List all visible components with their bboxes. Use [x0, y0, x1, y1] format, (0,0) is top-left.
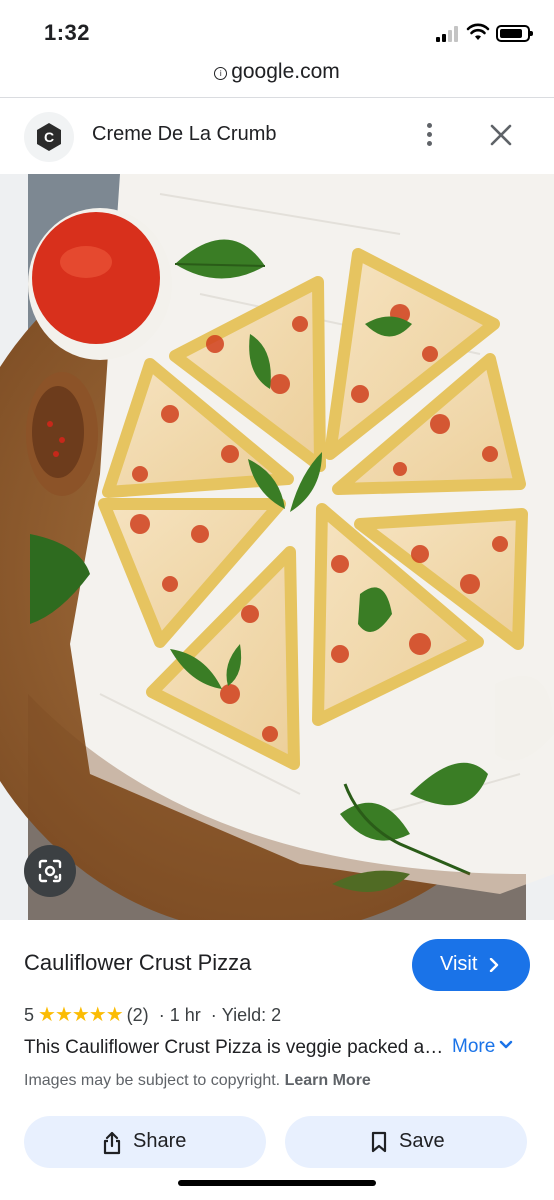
recipe-image[interactable] [0, 174, 554, 934]
chevron-right-icon [489, 958, 499, 972]
rating-value: 5 [24, 1005, 35, 1025]
bookmark-icon [371, 1131, 387, 1153]
share-label: Share [133, 1130, 187, 1152]
copyright-text: Images may be subject to copyright. [24, 1072, 281, 1089]
review-count: (2) [126, 1005, 149, 1025]
lens-icon [38, 859, 62, 883]
source-header: C Creme De La Crumb [0, 98, 554, 174]
share-icon [103, 1131, 121, 1155]
battery-icon [496, 25, 533, 42]
save-button[interactable]: Save [285, 1116, 527, 1168]
recipe-info-panel: Cauliflower Crust Pizza Visit 5 ★★★★★ (2) … [0, 920, 554, 1200]
creme-de-la-crumb-logo-icon: C [37, 123, 61, 151]
url-text: google.com [231, 60, 340, 83]
home-indicator[interactable] [178, 1180, 376, 1186]
status-time: 1:32 [44, 20, 91, 45]
more-vert-icon[interactable] [420, 120, 440, 150]
pizza-photo [0, 174, 554, 934]
lens-button[interactable] [24, 845, 76, 897]
lock-icon: i [214, 67, 228, 80]
cellular-signal-icon [436, 26, 460, 42]
learn-more-link[interactable]: Learn More [285, 1072, 371, 1089]
recipe-meta: 5 ★★★★★ (2) · 1 hr · Yield: 2 [24, 1002, 281, 1027]
share-button[interactable]: Share [24, 1116, 266, 1168]
address-bar[interactable]: i google.com [0, 60, 554, 96]
rating-stars: ★★★★★ [38, 1004, 124, 1026]
visit-label: Visit [440, 953, 478, 975]
save-label: Save [399, 1130, 445, 1152]
visit-button[interactable]: Visit [412, 939, 530, 991]
more-label: More [452, 1036, 496, 1057]
recipe-title: Cauliflower Crust Pizza [24, 950, 252, 975]
separator: · [210, 1005, 217, 1025]
source-logo[interactable]: C [24, 112, 74, 162]
more-button[interactable]: More [452, 1036, 513, 1058]
close-icon[interactable] [488, 122, 514, 148]
separator: · [158, 1005, 165, 1025]
yield: Yield: 2 [221, 1005, 282, 1025]
status-bar: 1:32 [0, 0, 554, 60]
recipe-description: This Cauliflower Crust Pizza is veggie p… [24, 1037, 444, 1058]
source-name[interactable]: Creme De La Crumb [92, 123, 277, 146]
svg-text:C: C [44, 129, 54, 145]
cook-time: 1 hr [169, 1005, 201, 1025]
copyright-notice: Images may be subject to copyright. Lear… [24, 1072, 371, 1090]
wifi-icon [466, 23, 490, 40]
chevron-down-icon [500, 1040, 513, 1049]
